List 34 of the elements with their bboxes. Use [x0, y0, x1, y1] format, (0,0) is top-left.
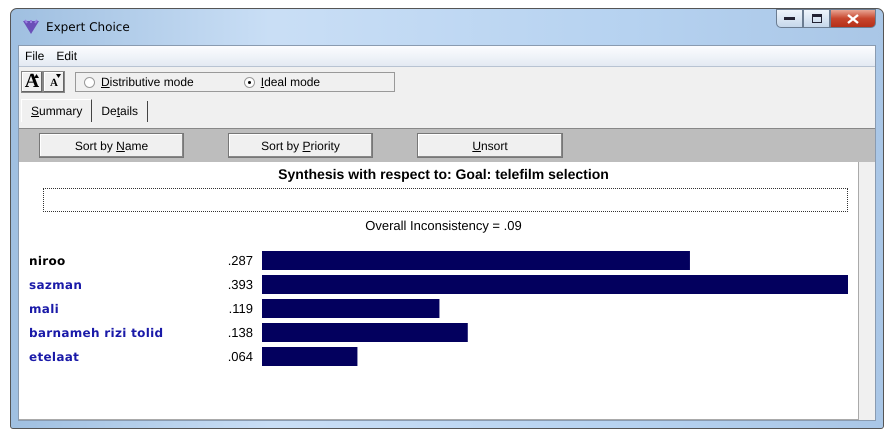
alternative-name[interactable]: barnameh rizi tolid — [29, 326, 219, 340]
priority-value: .287 — [226, 253, 253, 268]
down-triangle-icon — [56, 74, 61, 78]
window-title: Expert Choice — [46, 20, 130, 34]
minimize-button[interactable] — [776, 9, 803, 28]
alternative-name[interactable]: etelaat — [29, 350, 219, 364]
close-button[interactable] — [830, 9, 876, 28]
sort-button[interactable]: Unsort — [417, 133, 563, 158]
priority-value: .119 — [228, 301, 253, 316]
inconsistency-text: Overall Inconsistency = .09 — [364, 218, 523, 233]
radio-label: Ideal mode — [260, 75, 320, 89]
close-icon — [847, 14, 859, 24]
priority-value: .138 — [226, 325, 253, 340]
menu-item[interactable]: File — [25, 49, 44, 63]
alternative-name[interactable]: sazman — [29, 278, 219, 292]
sort-button[interactable]: Sort by Priority — [228, 133, 373, 158]
alternative-name[interactable]: niroo — [29, 254, 219, 268]
sort-button[interactable]: Sort by Name — [39, 133, 184, 158]
maximize-icon — [812, 14, 822, 23]
up-triangle-icon — [34, 74, 39, 78]
smaller-font-button[interactable]: A — [43, 71, 65, 93]
mode-radio[interactable]: Distributive mode — [84, 75, 194, 89]
priority-value: .064 — [226, 349, 253, 364]
maximize-button[interactable] — [803, 9, 830, 28]
app-icon — [22, 19, 40, 35]
tab[interactable]: Summary — [21, 99, 92, 122]
larger-font-button[interactable]: A — [21, 71, 43, 93]
priority-value: .393 — [226, 277, 253, 292]
mode-radio[interactable]: Ideal mode — [244, 75, 320, 89]
radio-label: Distributive mode — [101, 75, 194, 89]
menu-item[interactable]: Edit — [56, 49, 78, 63]
alternative-name[interactable]: mali — [29, 302, 219, 316]
synthesis-title: Synthesis with respect to: Goal: telefilm selection — [277, 166, 610, 182]
minimize-icon — [784, 16, 795, 20]
